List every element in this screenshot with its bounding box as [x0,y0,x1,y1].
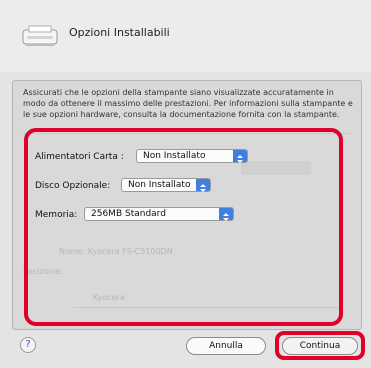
installable-options-sheet: Opzioni Installabili Assicurati che le o… [0,0,371,368]
continue-highlight-box [275,331,365,360]
optional-disk-label: Disco Opzionale: [35,181,111,191]
memory-value: 256MB Standard [91,209,166,219]
paper-feeder-label: Alimentatori Carta : [35,152,124,162]
description-text: Assicurati che le opzioni della stampant… [23,88,353,119]
printer-icon [22,25,58,46]
paper-feeder-popup[interactable]: Non Installato [136,149,248,163]
sheet-header: Opzioni Installabili [0,0,371,72]
optional-disk-popup[interactable]: Non Installato [121,178,211,192]
popup-arrows-icon [233,150,247,163]
paper-feeder-value: Non Installato [143,151,206,161]
memory-label: Memoria: [35,210,78,220]
popup-arrows-icon [196,179,210,192]
cancel-button[interactable]: Annulla [186,337,266,355]
help-button[interactable]: ? [20,337,36,353]
memory-popup[interactable]: 256MB Standard [84,207,234,221]
page-title: Opzioni Installabili [69,26,170,39]
optional-disk-value: Non Installato [128,180,191,190]
popup-arrows-icon [219,208,233,221]
